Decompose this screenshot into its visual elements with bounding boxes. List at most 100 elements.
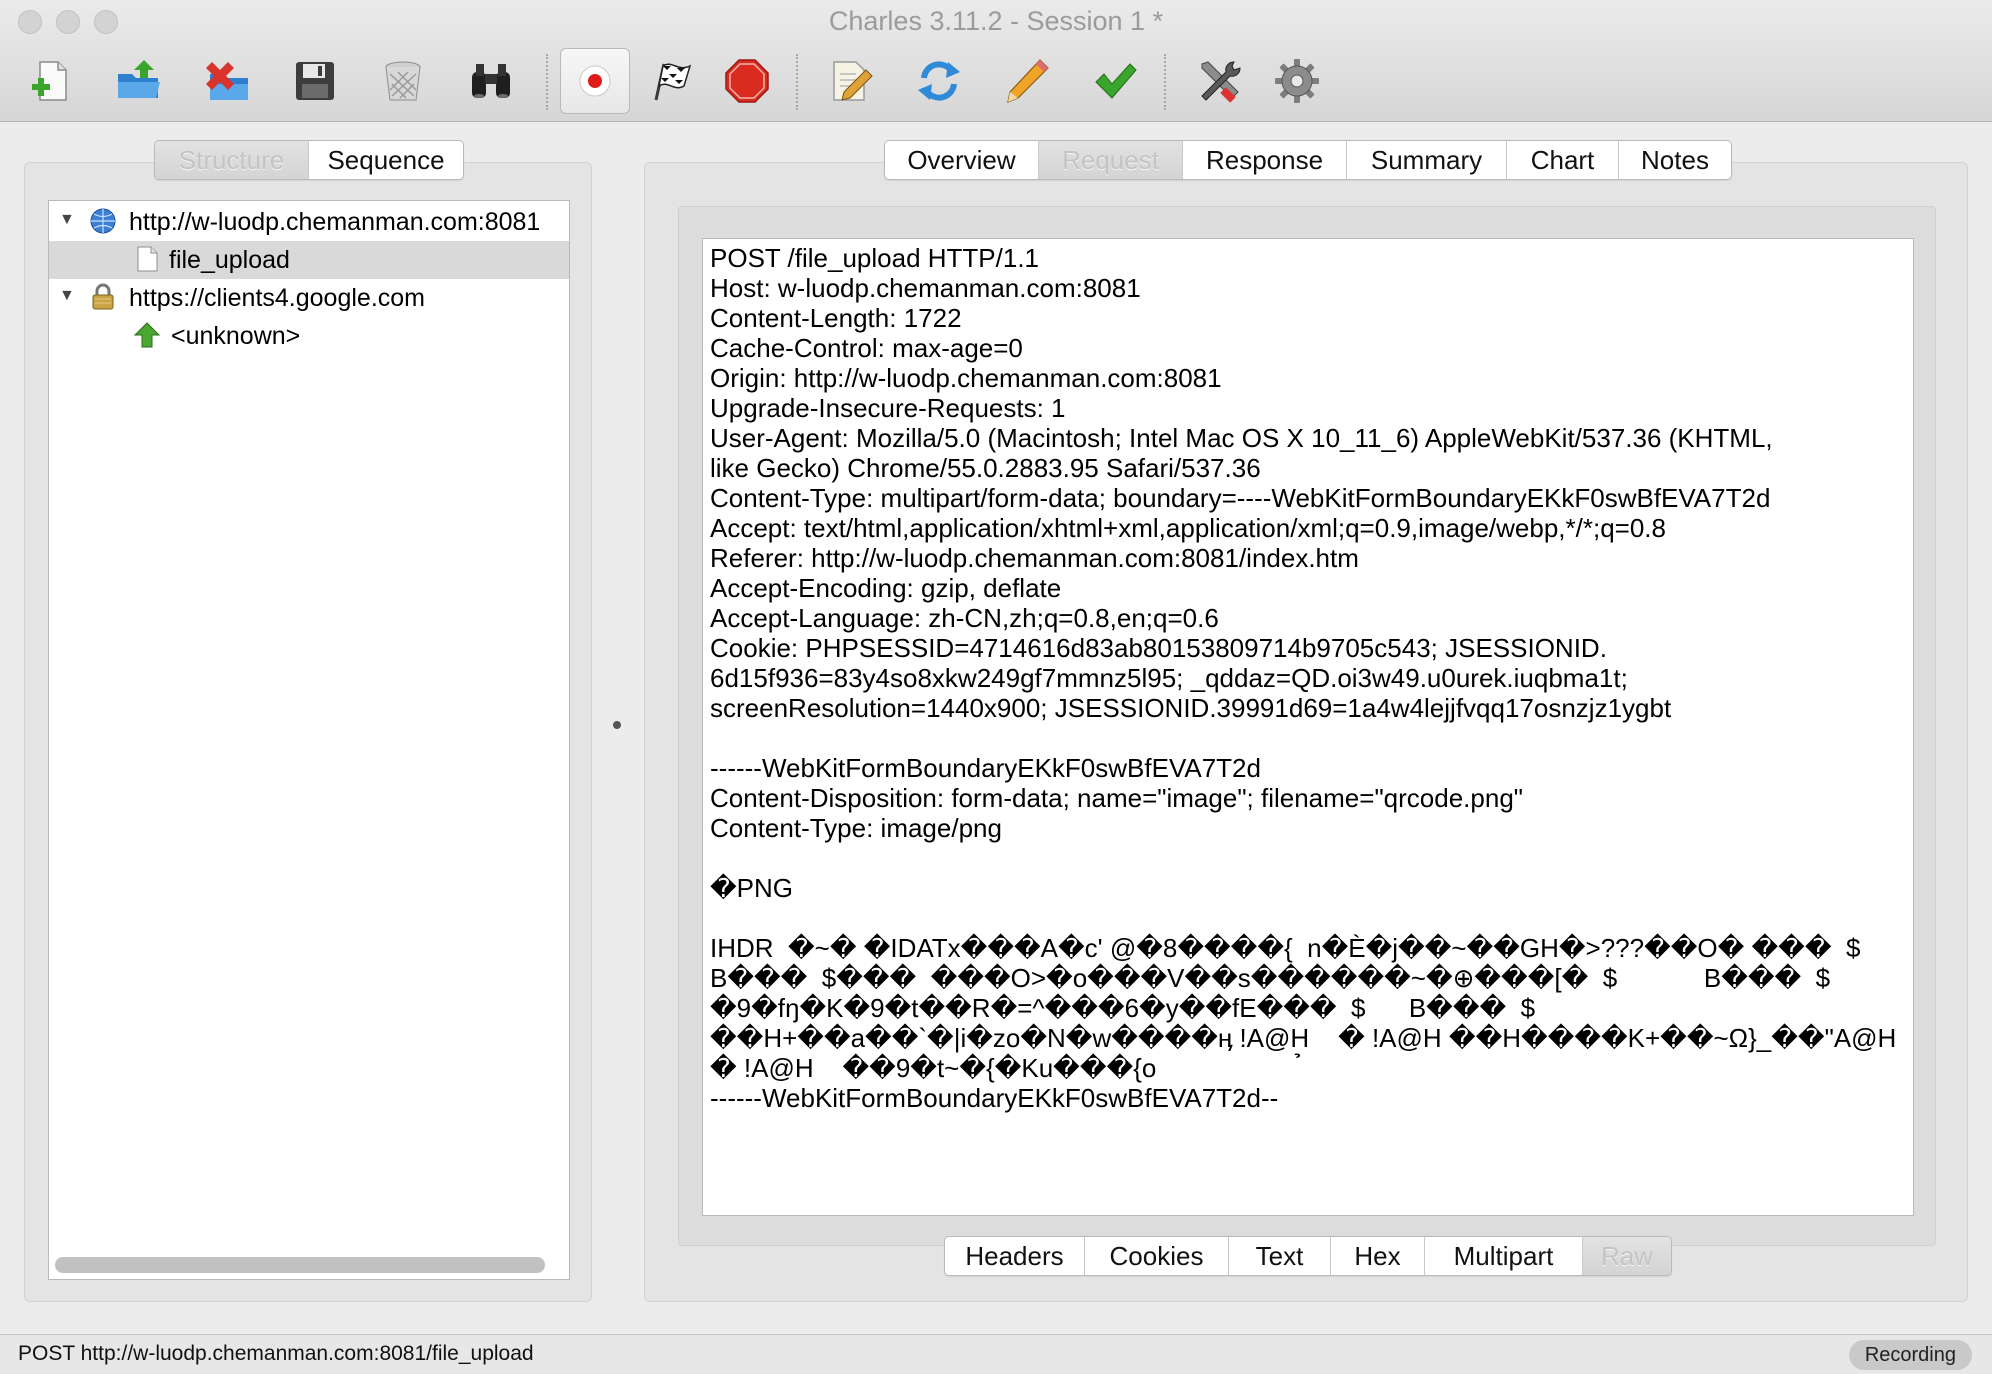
tab-summary[interactable]: Summary	[1347, 141, 1507, 179]
raw-line: Upgrade-Insecure-Requests: 1	[710, 393, 1066, 423]
close-session-button[interactable]	[192, 48, 262, 114]
tab-sequence[interactable]: Sequence	[309, 141, 463, 179]
structure-tree: ▼ http://w-luodp.chemanman.com:8081 file…	[48, 200, 570, 1280]
green-arrow-up-icon	[133, 322, 161, 348]
tab-multipart[interactable]: Multipart	[1425, 1237, 1583, 1275]
raw-line: Accept: text/html,application/xhtml+xml,…	[710, 513, 1666, 543]
raw-request-text[interactable]: POST /file_upload HTTP/1.1 Host: w-luodp…	[702, 238, 1914, 1216]
raw-line: Accept-Encoding: gzip, deflate	[710, 573, 1062, 603]
tab-raw[interactable]: Raw	[1583, 1237, 1671, 1275]
status-bar: POST http://w-luodp.chemanman.com:8081/f…	[0, 1334, 1992, 1374]
lock-icon	[92, 283, 114, 310]
tools-icon	[1201, 61, 1241, 103]
disclosure-triangle-icon[interactable]: ▼	[59, 287, 75, 305]
stop-sign-icon	[725, 59, 769, 103]
new-session-icon	[32, 61, 67, 101]
detail-tabs: Overview Request Response Summary Chart …	[884, 140, 1732, 180]
trash-can-icon	[385, 61, 421, 101]
raw-line: User-Agent: Mozilla/5.0 (Macintosh; Inte…	[710, 423, 1773, 453]
tab-response[interactable]: Response	[1183, 141, 1347, 179]
raw-line: �9�fŋ�K�9�t��R�=^���6�y��fE��� $ B��� $	[710, 993, 1536, 1023]
tree-label: https://clients4.google.com	[129, 284, 425, 312]
raw-line: B��� $��� ���O>�o���V��s������~�⊕���[� $…	[710, 963, 1831, 993]
tab-overview[interactable]: Overview	[885, 141, 1039, 179]
tools-button[interactable]	[1184, 48, 1254, 114]
raw-line: Cache-Control: max-age=0	[710, 333, 1023, 363]
compose-button[interactable]	[816, 48, 886, 114]
find-button[interactable]	[456, 48, 526, 114]
repeat-button[interactable]	[904, 48, 974, 114]
tab-text[interactable]: Text	[1229, 1237, 1331, 1275]
checkered-flag-icon	[654, 63, 692, 101]
tree-row-host-google[interactable]: ▼ https://clients4.google.com	[49, 279, 569, 317]
raw-line: Content-Type: multipart/form-data; bound…	[710, 483, 1771, 513]
left-view-tabs: Structure Sequence	[154, 140, 464, 180]
split-view-handle[interactable]	[613, 721, 621, 729]
tree-label: <unknown>	[171, 322, 301, 350]
record-icon	[579, 65, 611, 97]
checkmark-icon	[1095, 63, 1137, 99]
raw-line: ------WebKitFormBoundaryEKkF0swBfEVA7T2d	[710, 753, 1261, 783]
raw-line: Host: w-luodp.chemanman.com:8081	[710, 273, 1141, 303]
raw-line: Content-Disposition: form-data; name="im…	[710, 783, 1524, 813]
tree-label: http://w-luodp.chemanman.com:8081	[129, 208, 541, 236]
tree-row-host-luodp[interactable]: ▼ http://w-luodp.chemanman.com:8081	[49, 203, 569, 241]
new-session-button[interactable]	[16, 48, 86, 114]
raw-line: Origin: http://w-luodp.chemanman.com:808…	[710, 363, 1222, 393]
raw-line: Referer: http://w-luodp.chemanman.com:80…	[710, 543, 1359, 573]
window-title: Charles 3.11.2 - Session 1 *	[828, 6, 1164, 36]
throttling-button[interactable]	[638, 48, 708, 114]
tree-row-unknown[interactable]: <unknown>	[49, 317, 569, 355]
raw-line: POST /file_upload HTTP/1.1	[710, 243, 1040, 273]
raw-line: ------WebKitFormBoundaryEKkF0swBfEVA7T2d…	[710, 1083, 1279, 1113]
toolbar-separator	[1164, 54, 1166, 110]
gear-icon	[1275, 59, 1319, 103]
raw-line	[710, 723, 1906, 753]
status-text: POST http://w-luodp.chemanman.com:8081/f…	[18, 1342, 534, 1365]
tab-request[interactable]: Request	[1039, 141, 1183, 179]
tree-label: file_upload	[169, 246, 290, 274]
raw-line	[710, 903, 1906, 933]
settings-button[interactable]	[1262, 48, 1332, 114]
open-session-button[interactable]	[104, 48, 174, 114]
record-button[interactable]	[560, 48, 630, 114]
tab-notes[interactable]: Notes	[1619, 141, 1731, 179]
floppy-disk-icon	[296, 62, 334, 100]
raw-line: ��H+��a��`�|i�zo�N�w����ӊ !A@H � !A@H ��…	[710, 1023, 1897, 1053]
toolbar-separator	[796, 54, 798, 110]
raw-line: IHDR �~� �IDATx���A�c' @�8����{ n�È�j��~…	[710, 933, 1861, 963]
raw-line: 6d15f936=83y4so8xkw249gf7mmnz5l95; _qdda…	[710, 663, 1628, 693]
binoculars-icon	[472, 64, 510, 98]
raw-line: Cookie: PHPSESSID=4714616d83ab8015380971…	[710, 633, 1607, 663]
clear-session-button[interactable]	[368, 48, 438, 114]
recording-status-badge: Recording	[1848, 1340, 1972, 1370]
edit-button[interactable]	[992, 48, 1062, 114]
tab-chart[interactable]: Chart	[1507, 141, 1619, 179]
body-view-tabs: Headers Cookies Text Hex Multipart Raw	[944, 1236, 1672, 1276]
title-bar: Charles 3.11.2 - Session 1 *	[0, 0, 1992, 122]
validate-button[interactable]	[1080, 48, 1150, 114]
save-session-button[interactable]	[280, 48, 350, 114]
disclosure-triangle-icon[interactable]: ▼	[59, 211, 75, 229]
repeat-icon	[918, 61, 960, 101]
close-session-icon	[206, 62, 248, 100]
raw-line: like Gecko) Chrome/55.0.2883.95 Safari/5…	[710, 453, 1261, 483]
tab-headers[interactable]: Headers	[945, 1237, 1085, 1275]
compose-icon	[833, 61, 873, 101]
tab-structure[interactable]: Structure	[155, 141, 309, 179]
tab-hex[interactable]: Hex	[1331, 1237, 1425, 1275]
breakpoints-button[interactable]	[712, 48, 782, 114]
tree-row-file-upload[interactable]: file_upload	[49, 241, 569, 279]
tab-cookies[interactable]: Cookies	[1085, 1237, 1229, 1275]
toolbar	[0, 44, 1992, 120]
raw-line: Accept-Language: zh-CN,zh;q=0.8,en;q=0.6	[710, 603, 1219, 633]
raw-line: screenResolution=1440x900; JSESSIONID.39…	[710, 693, 1672, 723]
raw-line: Content-Length: 1722	[710, 303, 962, 333]
globe-icon	[90, 208, 116, 234]
horizontal-scrollbar[interactable]	[55, 1257, 545, 1273]
raw-line: � !A@H ��9�t~�{�Ku���{o ̉	[710, 1053, 1301, 1083]
toolbar-separator	[546, 54, 548, 110]
document-icon	[137, 246, 158, 272]
raw-line: Content-Type: image/png	[710, 813, 1002, 843]
raw-line	[710, 843, 1906, 873]
